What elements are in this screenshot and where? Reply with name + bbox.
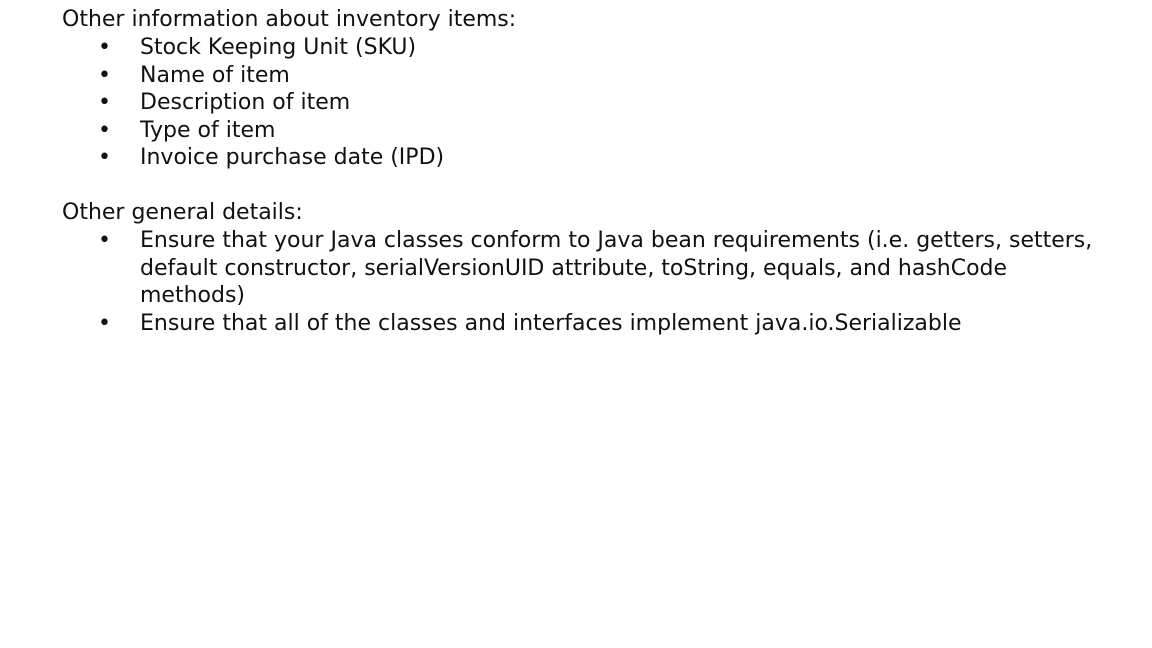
bullet-icon: •	[98, 227, 111, 253]
list-item-text: Name of item	[140, 62, 290, 88]
bullet-list: • Ensure that your Java classes conform t…	[62, 227, 1122, 337]
list-item-text: Invoice purchase date (IPD)	[140, 145, 445, 171]
section-inventory-info: Other information about inventory items:…	[62, 6, 1122, 172]
bullet-icon: •	[98, 35, 111, 60]
list-item-text: Description of item	[140, 90, 351, 116]
bullet-icon: •	[98, 145, 111, 171]
list-item: • Stock Keeping Unit (SKU)	[62, 34, 1122, 62]
list-item-text: Type of item	[140, 117, 276, 143]
bullet-icon: •	[98, 90, 111, 116]
section-heading: Other general details:	[62, 199, 303, 225]
bullet-list: • Stock Keeping Unit (SKU) • Name of item …	[62, 34, 1122, 172]
list-item: • Type of item	[62, 117, 1122, 145]
list-item: • Invoice purchase date (IPD)	[62, 144, 1122, 172]
list-item: • Ensure that your Java classes conform t…	[62, 227, 1122, 310]
list-item-text: Ensure that your Java classes conform to…	[140, 227, 1093, 309]
bullet-icon: •	[98, 62, 111, 88]
list-item-text: Ensure that all of the classes and inter…	[140, 310, 962, 336]
list-item: • Description of item	[62, 89, 1122, 117]
list-item: • Ensure that all of the classes and inte…	[62, 310, 1122, 338]
list-item-text: Stock Keeping Unit (SKU)	[140, 35, 417, 60]
section-heading: Other information about inventory items:	[62, 7, 517, 32]
document-body: Other information about inventory items:…	[62, 6, 1122, 337]
list-item: • Name of item	[62, 62, 1122, 90]
section-general-details: Other general details: • Ensure that your…	[62, 199, 1122, 337]
bullet-icon: •	[98, 310, 111, 336]
bullet-icon: •	[98, 117, 111, 143]
